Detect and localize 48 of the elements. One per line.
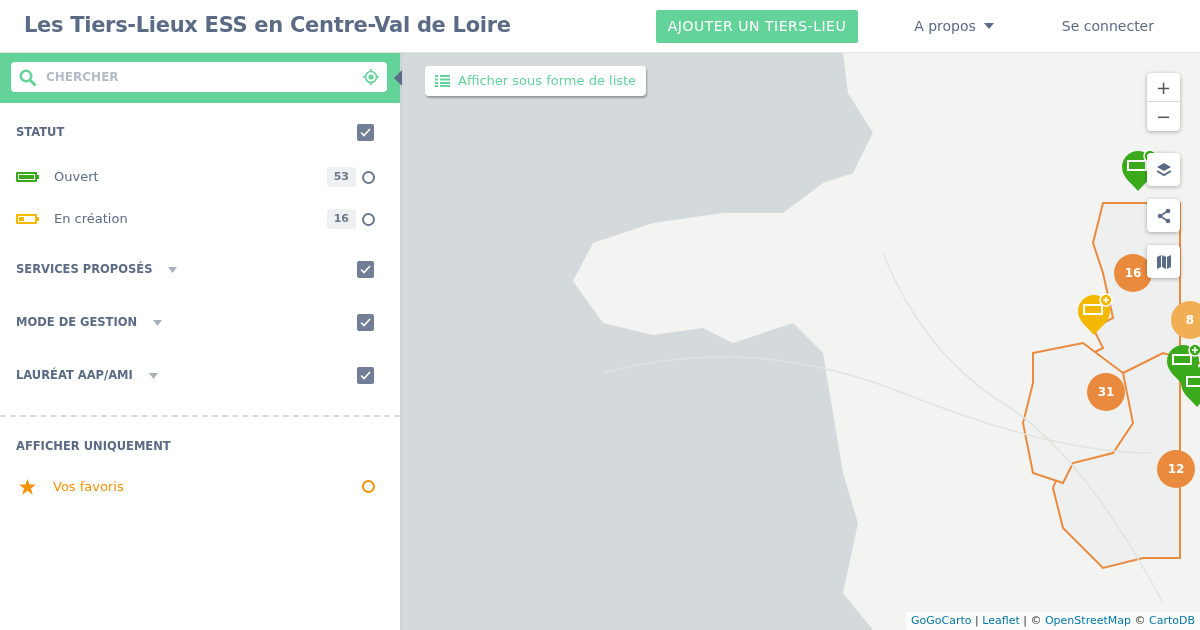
filter-checkbox[interactable]: [357, 261, 374, 278]
filter-checkbox[interactable]: [357, 314, 374, 331]
caret-icon[interactable]: [153, 319, 163, 326]
list-icon: [435, 74, 450, 87]
map-icon: [1155, 253, 1172, 270]
separator-text: | ©: [1023, 613, 1042, 627]
count-badge: 16: [326, 208, 356, 230]
filter-checkbox[interactable]: [357, 124, 374, 141]
layers-icon: [1155, 161, 1172, 178]
layers-button[interactable]: [1147, 153, 1180, 186]
filter-heading[interactable]: SERVICES PROPOSÉS: [16, 260, 153, 279]
section-heading: AFFICHER UNIQUEMENT: [16, 438, 171, 455]
zoom-in-button[interactable]: +: [1147, 73, 1180, 102]
check-icon: [360, 318, 371, 327]
login-link[interactable]: Se connecter: [1055, 14, 1160, 38]
status-option[interactable]: Ouvert: [54, 167, 99, 187]
filter-heading[interactable]: STATUT: [16, 123, 65, 142]
caret-icon[interactable]: [168, 266, 178, 273]
attribution-link[interactable]: OpenStreetMap: [1044, 613, 1131, 627]
attribution-link[interactable]: GoGoCarto: [911, 613, 972, 627]
attribution-link[interactable]: Leaflet: [982, 613, 1020, 627]
caret-icon[interactable]: [148, 372, 158, 379]
status-option[interactable]: En création: [54, 209, 128, 229]
caret-icon: [983, 23, 994, 29]
attribution-link[interactable]: CartoDB: [1149, 613, 1195, 627]
search-icon: [19, 68, 36, 86]
radio-button[interactable]: [362, 170, 375, 184]
about-menu[interactable]: A propos: [908, 14, 1000, 38]
filter-checkbox[interactable]: [357, 367, 374, 384]
search-field[interactable]: CHERCHER: [11, 62, 387, 92]
filter-heading[interactable]: MODE DE GESTION: [16, 313, 138, 332]
radio-button[interactable]: [362, 480, 375, 494]
share-icon: [1155, 207, 1172, 224]
star-icon: [19, 478, 36, 495]
locate-icon[interactable]: [363, 69, 379, 85]
zoom-out-button[interactable]: −: [1147, 102, 1180, 131]
radio-button[interactable]: [362, 212, 375, 226]
share-button[interactable]: [1147, 199, 1180, 232]
separator-text: |: [975, 613, 979, 627]
check-icon: [360, 265, 371, 274]
filter-heading[interactable]: LAURÉAT AAP/AMI: [16, 366, 133, 385]
site-title: Les Tiers-Lieux ESS en Centre-Val de Loire: [24, 13, 511, 39]
map-button[interactable]: [1147, 245, 1180, 278]
place-marker[interactable]: [1076, 293, 1116, 335]
separator-text: ©: [1134, 613, 1146, 627]
check-icon: [360, 371, 371, 380]
check-icon: [360, 128, 371, 137]
count-badge: 53: [326, 166, 356, 188]
